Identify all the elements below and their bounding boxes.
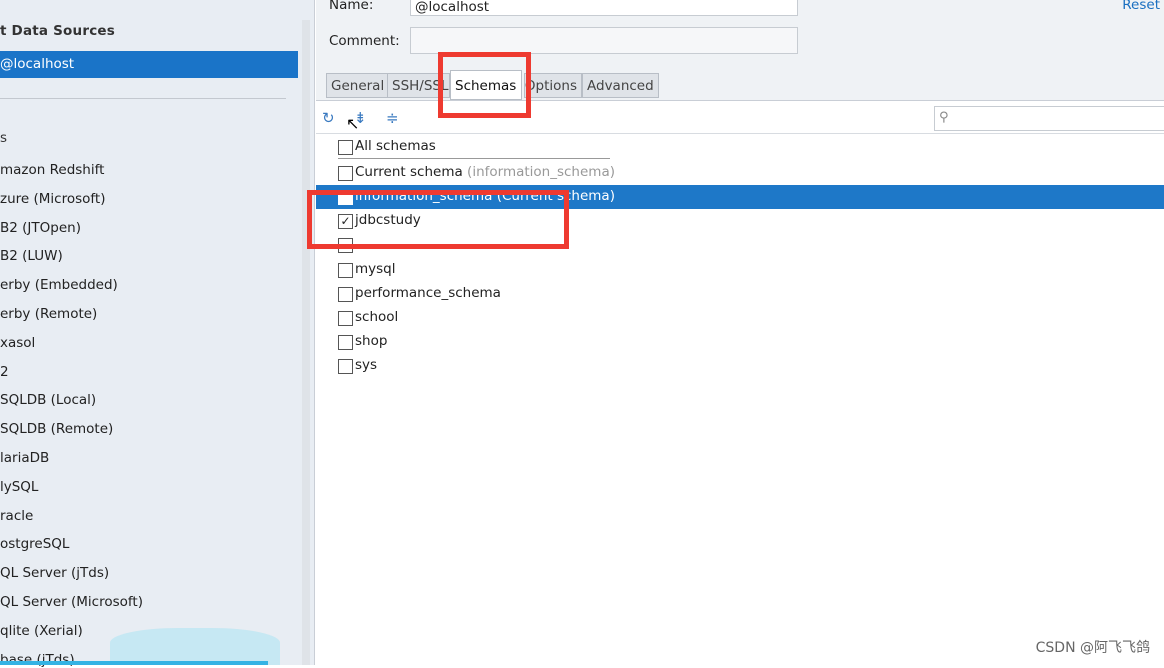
name-label: Name: [329,0,374,13]
driver-item[interactable]: SQLDB (Remote) [0,421,113,437]
driver-item[interactable]: QL Server (Microsoft) [0,594,143,610]
drivers-header: s [0,130,8,146]
checkbox[interactable] [338,359,353,375]
driver-item[interactable]: 2 [0,364,9,380]
schema-search-input[interactable]: ⚲ [934,106,1164,131]
name-input[interactable]: @localhost [410,0,798,16]
driver-item[interactable]: lySQL [0,479,38,495]
search-icon: ⚲ [939,110,949,125]
driver-item[interactable]: zure (Microsoft) [0,191,105,207]
schema-name: mysql [355,260,396,277]
schema-row[interactable]: shop [316,330,1164,354]
refresh-icon[interactable]: ↻ [322,109,335,127]
checkbox[interactable] [338,311,353,326]
schema-name: shop [355,333,388,350]
watermark: CSDN @阿飞飞鸽 [1035,640,1150,656]
data-sources-sidebar: t Data Sources @localhost s mazon Redshi… [0,0,315,668]
all-schemas-label: All schemas [355,138,436,154]
driver-item[interactable]: ostgreSQL [0,536,69,552]
schema-row[interactable]: performance_schema [316,282,1164,306]
current-schema-checkbox[interactable]: Current schema (information_schema) [316,161,1164,185]
comment-input[interactable] [410,27,798,54]
schema-row[interactable]: mysql [316,258,1164,282]
checkbox[interactable] [338,140,353,155]
checkbox[interactable] [338,262,353,278]
schema-row[interactable]: sys [316,354,1164,378]
mouse-cursor-icon: ↖ [346,114,360,133]
comment-label: Comment: [329,33,400,49]
sidebar-scrollbar[interactable] [302,20,310,665]
driver-item[interactable]: racle [0,508,33,524]
reset-link[interactable]: Reset [1122,0,1160,13]
tab-options[interactable]: Options [524,73,582,98]
driver-item[interactable]: xasol [0,335,35,351]
schema-name: sys [355,357,378,374]
checkbox[interactable] [338,286,353,302]
driver-item[interactable]: lariaDB [0,450,49,466]
driver-item[interactable]: B2 (LUW) [0,248,63,264]
driver-item[interactable]: erby (Remote) [0,306,97,322]
driver-item[interactable]: SQLDB (Local) [0,392,96,408]
sidebar-title: t Data Sources [0,23,115,39]
schema-name: performance_schema [355,284,501,301]
collapse-all-icon[interactable]: ≑ [386,109,399,127]
divider [338,158,610,159]
schema-name: school [355,309,399,325]
driver-item[interactable]: mazon Redshift [0,162,104,178]
tab-general[interactable]: General [326,73,390,98]
sidebar-overlay [110,628,280,665]
driver-item[interactable]: base (jTds) [0,652,75,668]
schema-row[interactable]: school [316,306,1164,330]
annotation-box-tab [438,52,531,118]
driver-item[interactable]: qlite (Xerial) [0,623,83,639]
current-schema-label: Current schema [355,164,463,180]
driver-item[interactable]: B2 (JTOpen) [0,220,81,236]
all-schemas-checkbox[interactable]: All schemas [316,135,1164,159]
driver-item[interactable]: QL Server (jTds) [0,565,109,581]
driver-item[interactable]: erby (Embedded) [0,277,118,293]
sidebar-divider [0,98,286,99]
checkbox[interactable] [338,335,353,351]
tab-advanced[interactable]: Advanced [582,73,659,98]
annotation-box-jdbcstudy [307,190,569,249]
current-schema-hint: (information_schema) [467,164,615,180]
sidebar-progress-bar [0,661,268,665]
data-source-localhost[interactable]: @localhost [0,51,298,78]
checkbox[interactable] [338,166,353,181]
